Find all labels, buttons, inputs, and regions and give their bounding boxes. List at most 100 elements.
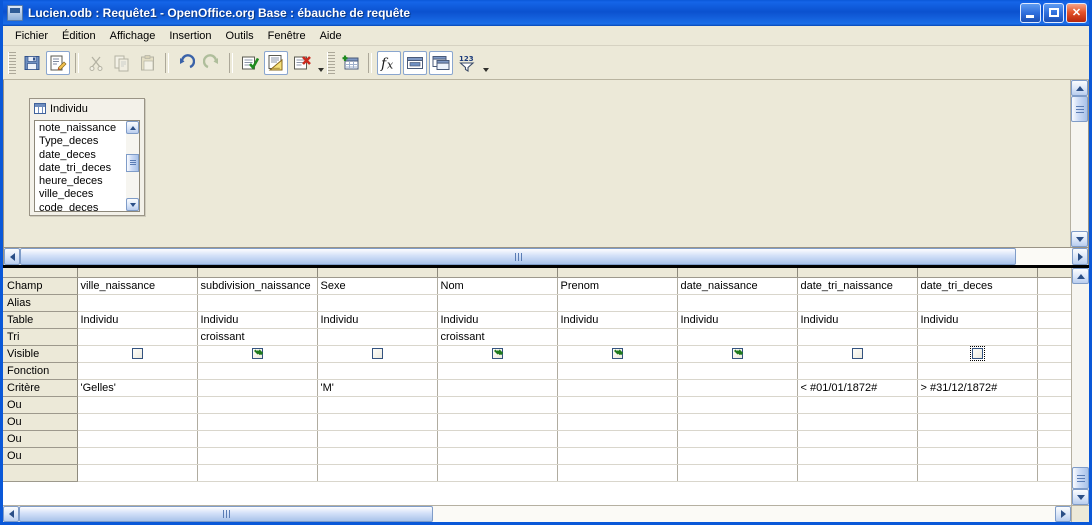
cell-ou1-8[interactable] — [1037, 396, 1071, 414]
field-list[interactable]: note_naissance Type_deces date_deces dat… — [34, 120, 140, 212]
visible-checkbox-6[interactable] — [851, 348, 863, 360]
cell-table-6[interactable]: Individu — [797, 311, 918, 329]
column-header-6[interactable] — [797, 268, 918, 278]
cell-visible-1[interactable] — [197, 345, 318, 363]
menu-fichier[interactable]: Fichier — [8, 28, 55, 44]
cell-ou4-1[interactable] — [197, 447, 318, 465]
cell-critere-3[interactable] — [437, 379, 558, 397]
cell-empty-1[interactable] — [197, 464, 318, 482]
cell-visible-6[interactable] — [797, 345, 918, 363]
cell-ou1-4[interactable] — [557, 396, 678, 414]
cell-empty-0[interactable] — [77, 464, 198, 482]
add-table-button[interactable] — [339, 51, 363, 75]
cell-fonction-1[interactable] — [197, 362, 318, 380]
cell-table-2[interactable]: Individu — [317, 311, 438, 329]
cell-alias-6[interactable] — [797, 294, 918, 312]
cell-alias-3[interactable] — [437, 294, 558, 312]
scroll-thumb[interactable] — [126, 154, 139, 172]
edit-button[interactable] — [46, 50, 70, 75]
scroll-down-icon[interactable] — [126, 198, 139, 211]
cell-ou2-2[interactable] — [317, 413, 438, 431]
scroll-thumb[interactable] — [1071, 96, 1088, 122]
cell-tri-8[interactable] — [1037, 328, 1071, 346]
cell-empty-5[interactable] — [677, 464, 798, 482]
cell-alias-0[interactable] — [77, 294, 198, 312]
menu-insertion[interactable]: Insertion — [162, 28, 218, 44]
menu-fenetre[interactable]: Fenêtre — [261, 28, 313, 44]
toolbar-overflow-2[interactable] — [480, 50, 491, 75]
cell-champ-1[interactable]: subdivision_naissance — [197, 277, 318, 295]
cell-ou1-6[interactable] — [797, 396, 918, 414]
cell-alias-4[interactable] — [557, 294, 678, 312]
toolbar-overflow-1[interactable] — [315, 50, 326, 75]
grid-vscrollbar[interactable] — [1071, 268, 1089, 505]
scroll-right-icon[interactable] — [1055, 506, 1071, 522]
cell-table-5[interactable]: Individu — [677, 311, 798, 329]
scroll-up-icon[interactable] — [126, 121, 139, 134]
cell-ou2-3[interactable] — [437, 413, 558, 431]
scroll-up-icon[interactable] — [1071, 80, 1088, 96]
paste-button[interactable] — [136, 51, 160, 75]
list-item[interactable]: code_deces — [39, 202, 126, 211]
cell-tri-0[interactable] — [77, 328, 198, 346]
scroll-down-icon[interactable] — [1072, 489, 1089, 505]
toolbar-grip[interactable] — [8, 51, 16, 74]
cell-champ-0[interactable]: ville_naissance — [77, 277, 198, 295]
field-list-items[interactable]: note_naissance Type_deces date_deces dat… — [35, 121, 126, 211]
scroll-track-top[interactable] — [126, 134, 139, 154]
cell-visible-0[interactable] — [77, 345, 198, 363]
cell-ou1-3[interactable] — [437, 396, 558, 414]
cell-visible-3[interactable] — [437, 345, 558, 363]
cell-champ-7[interactable]: date_tri_deces — [917, 277, 1038, 295]
cell-ou3-5[interactable] — [677, 430, 798, 448]
list-item[interactable]: date_tri_deces — [39, 162, 126, 175]
cell-champ-4[interactable]: Prenom — [557, 277, 678, 295]
visible-checkbox-7[interactable] — [969, 346, 985, 361]
cell-alias-7[interactable] — [917, 294, 1038, 312]
cell-table-1[interactable]: Individu — [197, 311, 318, 329]
list-item[interactable]: ville_deces — [39, 188, 126, 201]
distinct-values-button[interactable]: 123 — [455, 51, 479, 75]
design-view-button[interactable] — [264, 50, 288, 75]
toolbar-grip-2[interactable] — [327, 51, 335, 74]
cell-ou1-0[interactable] — [77, 396, 198, 414]
upper-pane-vscrollbar[interactable] — [1070, 80, 1088, 247]
column-header-3[interactable] — [437, 268, 558, 278]
cell-ou4-0[interactable] — [77, 447, 198, 465]
cell-fonction-6[interactable] — [797, 362, 918, 380]
column-header-4[interactable] — [557, 268, 678, 278]
cell-fonction-5[interactable] — [677, 362, 798, 380]
minimize-button[interactable] — [1020, 3, 1041, 23]
visible-checkbox-4[interactable] — [611, 348, 623, 360]
cell-ou2-7[interactable] — [917, 413, 1038, 431]
cell-visible-2[interactable] — [317, 345, 438, 363]
cell-empty-4[interactable] — [557, 464, 678, 482]
cell-ou3-0[interactable] — [77, 430, 198, 448]
grid-table-container[interactable]: Champ ville_naissance subdivision_naissa… — [3, 268, 1071, 505]
scroll-track-bottom[interactable] — [126, 172, 139, 198]
cell-ou4-2[interactable] — [317, 447, 438, 465]
scroll-thumb[interactable] — [1072, 467, 1089, 489]
menu-aide[interactable]: Aide — [313, 28, 349, 44]
cell-ou4-3[interactable] — [437, 447, 558, 465]
cell-critere-7[interactable]: > #31/12/1872# — [917, 379, 1038, 397]
cell-critere-6[interactable]: < #01/01/1872# — [797, 379, 918, 397]
list-item[interactable]: date_deces — [39, 149, 126, 162]
cell-critere-4[interactable] — [557, 379, 678, 397]
scroll-track[interactable] — [1072, 284, 1089, 467]
cell-ou2-6[interactable] — [797, 413, 918, 431]
column-header-5[interactable] — [677, 268, 798, 278]
scroll-track[interactable] — [19, 506, 1055, 522]
scroll-up-icon[interactable] — [1072, 268, 1089, 284]
copy-button[interactable] — [110, 51, 134, 75]
cell-ou2-4[interactable] — [557, 413, 678, 431]
visible-checkbox-2[interactable] — [371, 348, 383, 360]
cell-empty-6[interactable] — [797, 464, 918, 482]
visible-checkbox-3[interactable] — [491, 348, 503, 360]
cell-table-3[interactable]: Individu — [437, 311, 558, 329]
save-button[interactable] — [20, 51, 44, 75]
cell-ou3-8[interactable] — [1037, 430, 1071, 448]
clear-query-button[interactable] — [290, 51, 314, 75]
cell-champ-6[interactable]: date_tri_naissance — [797, 277, 918, 295]
design-pane-hscrollbar[interactable] — [3, 248, 1089, 265]
